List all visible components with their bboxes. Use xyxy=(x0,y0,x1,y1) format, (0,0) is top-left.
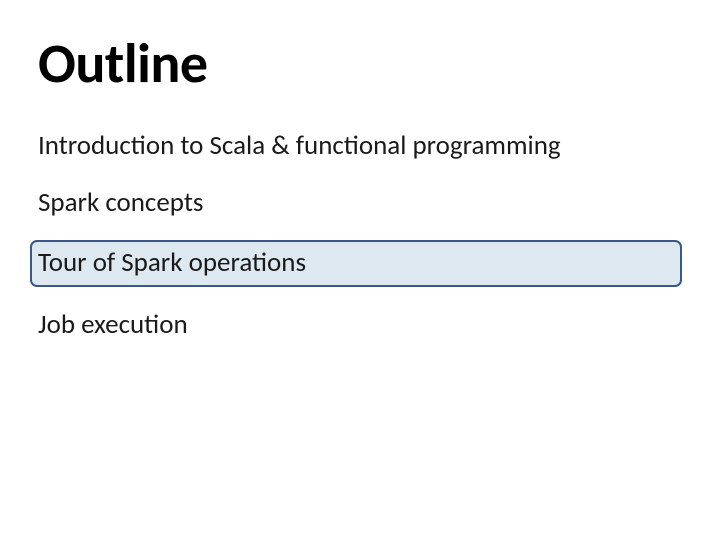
bullet-list: Introduction to Scala & functional progr… xyxy=(38,126,690,344)
bullet-item: Introduction to Scala & functional progr… xyxy=(38,126,690,165)
bullet-item: Job execution xyxy=(38,305,690,344)
bullet-item: Spark concepts xyxy=(38,183,690,222)
slide-title: Outline xyxy=(38,30,690,98)
slide: Outline Introduction to Scala & function… xyxy=(0,0,720,540)
bullet-item-highlighted: Tour of Spark operations xyxy=(30,240,682,287)
